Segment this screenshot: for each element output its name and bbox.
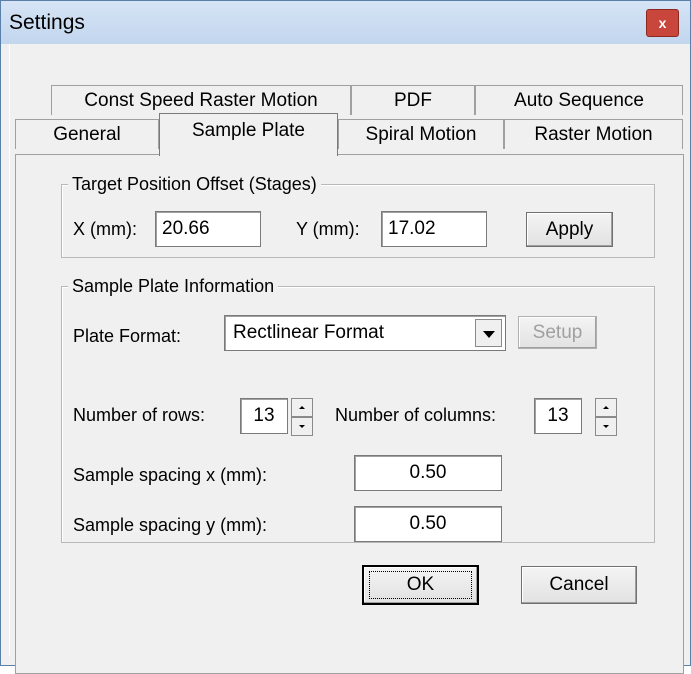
chevron-down-icon[interactable] <box>475 319 502 347</box>
sample-plate-panel: Target Position Offset (Stages) X (mm): … <box>15 154 684 674</box>
arrow-down-icon[interactable] <box>595 417 617 436</box>
spacing-y-label: Sample spacing y (mm): <box>73 515 268 535</box>
close-icon: x <box>658 15 667 31</box>
tab-pdf[interactable]: PDF <box>351 85 475 115</box>
cancel-button[interactable]: Cancel <box>521 566 637 604</box>
settings-window: Settings x Const Speed Raster Motion PDF… <box>0 0 691 674</box>
tab-label: Raster Motion <box>534 124 653 145</box>
tab-const-speed-raster-motion[interactable]: Const Speed Raster Motion <box>51 85 351 115</box>
arrow-up-icon[interactable] <box>291 398 313 417</box>
arrow-down-icon[interactable] <box>291 417 313 436</box>
columns-label: Number of columns: <box>335 405 497 425</box>
tab-raster-motion[interactable]: Raster Motion <box>504 119 683 149</box>
tab-label: Sample Plate <box>191 120 305 141</box>
spacing-x-label: Sample spacing x (mm): <box>73 465 268 485</box>
window-title: Settings <box>9 11 85 34</box>
tab-label: PDF <box>394 90 432 111</box>
dialog-client-area: Const Speed Raster Motion PDF Auto Seque… <box>9 44 684 674</box>
x-offset-input[interactable]: 20.66 <box>155 211 261 247</box>
close-button[interactable]: x <box>646 9 679 37</box>
tab-general[interactable]: General <box>15 119 159 149</box>
apply-button[interactable]: Apply <box>526 212 613 247</box>
arrow-up-icon[interactable] <box>595 398 617 417</box>
target-offset-legend: Target Position Offset (Stages) <box>68 174 321 194</box>
tab-sample-plate[interactable]: Sample Plate <box>159 113 338 156</box>
ok-button[interactable]: OK <box>362 565 479 605</box>
columns-input[interactable]: 13 <box>534 398 582 434</box>
y-offset-input[interactable]: 17.02 <box>381 211 487 247</box>
plate-format-value: Rectlinear Format <box>233 322 384 343</box>
title-bar[interactable]: Settings x <box>1 1 690 44</box>
tab-spiral-motion[interactable]: Spiral Motion <box>338 119 504 149</box>
tab-auto-sequence[interactable]: Auto Sequence <box>475 85 683 115</box>
x-label: X (mm): <box>73 219 137 239</box>
tab-label: General <box>53 124 121 145</box>
y-label: Y (mm): <box>296 219 360 239</box>
plate-format-label: Plate Format: <box>73 326 182 346</box>
setup-button[interactable]: Setup <box>518 316 597 349</box>
tab-label: Auto Sequence <box>514 90 644 111</box>
rows-label: Number of rows: <box>73 405 206 425</box>
tab-label: Const Speed Raster Motion <box>84 90 318 111</box>
plate-format-select[interactable]: Rectlinear Format <box>224 315 506 351</box>
spacing-y-input[interactable]: 0.50 <box>354 506 502 542</box>
tab-label: Spiral Motion <box>365 124 477 145</box>
spacing-x-input[interactable]: 0.50 <box>354 455 502 491</box>
plate-info-legend: Sample Plate Information <box>68 276 279 296</box>
rows-input[interactable]: 13 <box>240 398 288 434</box>
focus-rectangle <box>369 571 472 599</box>
